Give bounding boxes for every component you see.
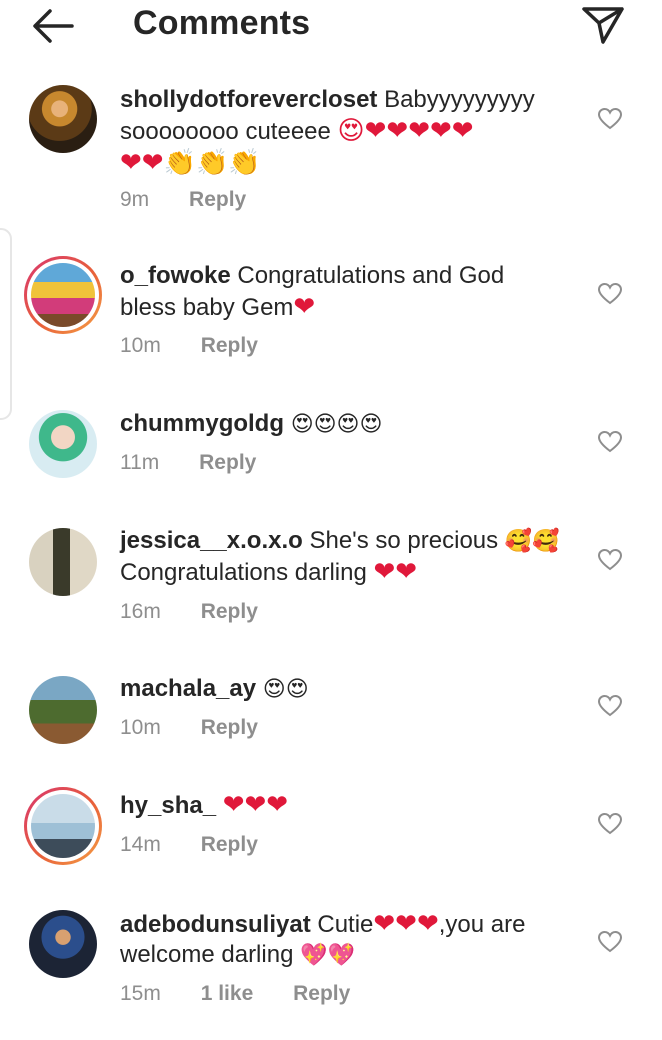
comment-timestamp: 15m bbox=[120, 982, 161, 1005]
heart-outline-icon[interactable] bbox=[597, 812, 623, 836]
comment-meta: 10m Reply bbox=[120, 334, 292, 358]
comment-timestamp: 11m bbox=[120, 451, 160, 474]
comment-meta: 16m Reply bbox=[120, 600, 292, 624]
comment-timestamp: 14m bbox=[120, 833, 161, 856]
paper-plane-icon[interactable] bbox=[580, 4, 626, 46]
reply-button[interactable]: Reply bbox=[201, 334, 258, 357]
comment-body: She's so precious bbox=[302, 527, 505, 554]
comment-text: o_fowoke Congratulations and God bless b… bbox=[120, 261, 580, 323]
emoji-sequence: 😍❤❤❤❤❤ bbox=[337, 115, 474, 145]
avatar[interactable] bbox=[24, 787, 102, 865]
comment-body: Congratulations and God bbox=[230, 262, 505, 289]
comment-username[interactable]: adebodunsuliyat bbox=[120, 911, 311, 938]
comment-timestamp: 16m bbox=[120, 600, 161, 623]
heart-outline-icon[interactable] bbox=[597, 430, 623, 454]
comment-body: bless baby Gem bbox=[120, 294, 294, 321]
comment-text: shollydotforevercloset Babyyyyyyyyy sooo… bbox=[120, 85, 580, 179]
comment-username[interactable]: jessica__x.o.x.o bbox=[120, 527, 303, 554]
header-bar: Comments bbox=[0, 0, 662, 60]
comment-username[interactable]: machala_ay bbox=[120, 675, 256, 702]
avatar[interactable] bbox=[29, 910, 97, 978]
emoji-sequence: ❤❤ bbox=[373, 556, 418, 586]
emoji-sequence: 😍😍 bbox=[262, 676, 309, 701]
comment-text: hy_sha_ ❤❤❤ bbox=[120, 789, 580, 821]
reply-button[interactable]: Reply bbox=[189, 188, 246, 211]
emoji-sequence: ❤❤👏👏👏 bbox=[120, 147, 261, 177]
avatar[interactable] bbox=[29, 410, 97, 478]
comment-username[interactable]: shollydotforevercloset bbox=[120, 86, 377, 113]
reply-button[interactable]: Reply bbox=[293, 982, 350, 1005]
emoji-sequence: ❤❤❤ bbox=[222, 789, 289, 819]
comment-username[interactable]: o_fowoke bbox=[120, 262, 231, 289]
comment-timestamp: 9m bbox=[120, 188, 150, 211]
comment-username[interactable]: hy_sha_ bbox=[120, 792, 216, 819]
comment-timestamp: 10m bbox=[120, 716, 161, 739]
heart-outline-icon[interactable] bbox=[597, 107, 623, 131]
emoji-sequence: ❤ bbox=[293, 291, 316, 321]
comment-meta: 11m Reply bbox=[120, 451, 290, 475]
comment-text: jessica__x.o.x.o She's so precious 🥰🥰 Co… bbox=[120, 526, 580, 588]
heart-outline-icon[interactable] bbox=[597, 282, 623, 306]
comment-timestamp: 10m bbox=[120, 334, 161, 357]
reply-button[interactable]: Reply bbox=[201, 833, 258, 856]
comment-body: Cutie bbox=[310, 911, 374, 938]
comment-body: Babyyyyyyyyy bbox=[377, 86, 535, 113]
arrow-left-icon[interactable] bbox=[28, 6, 78, 46]
comment-text: adebodunsuliyat Cutie❤❤❤,you are welcome… bbox=[120, 908, 580, 970]
heart-outline-icon[interactable] bbox=[597, 548, 623, 572]
comment-text: chummygoldg 😍😍😍😍 bbox=[120, 409, 580, 439]
comment-meta: 10m Reply bbox=[120, 716, 292, 740]
heart-outline-icon[interactable] bbox=[597, 930, 623, 954]
emoji-sequence: ❤❤❤ bbox=[373, 908, 439, 938]
comment-meta: 14m Reply bbox=[120, 833, 292, 857]
comment-body: soooooooo cuteeee bbox=[120, 118, 338, 145]
comment-body: Congratulations darling bbox=[120, 559, 374, 586]
edge-panel-handle[interactable] bbox=[0, 228, 12, 420]
reply-button[interactable]: Reply bbox=[199, 451, 256, 474]
comment-body: ,you are bbox=[438, 911, 526, 938]
comment-meta: 15m 1 like Reply bbox=[120, 982, 384, 1006]
like-count[interactable]: 1 like bbox=[201, 982, 254, 1005]
comment-text: machala_ay 😍😍 bbox=[120, 674, 580, 704]
heart-outline-icon[interactable] bbox=[597, 694, 623, 718]
emoji-sequence: 🥰🥰 bbox=[504, 528, 560, 553]
emoji-sequence: 😍😍😍😍 bbox=[290, 411, 383, 436]
avatar[interactable] bbox=[29, 85, 97, 153]
avatar[interactable] bbox=[29, 528, 97, 596]
comment-username[interactable]: chummygoldg bbox=[120, 410, 284, 437]
reply-button[interactable]: Reply bbox=[201, 600, 258, 623]
comment-body: welcome darling bbox=[120, 941, 301, 968]
avatar[interactable] bbox=[24, 256, 102, 334]
avatar[interactable] bbox=[29, 676, 97, 744]
reply-button[interactable]: Reply bbox=[201, 716, 258, 739]
emoji-sequence: 💖💖 bbox=[300, 942, 355, 967]
comment-meta: 9m Reply bbox=[120, 188, 280, 212]
page-title: Comments bbox=[133, 4, 311, 42]
